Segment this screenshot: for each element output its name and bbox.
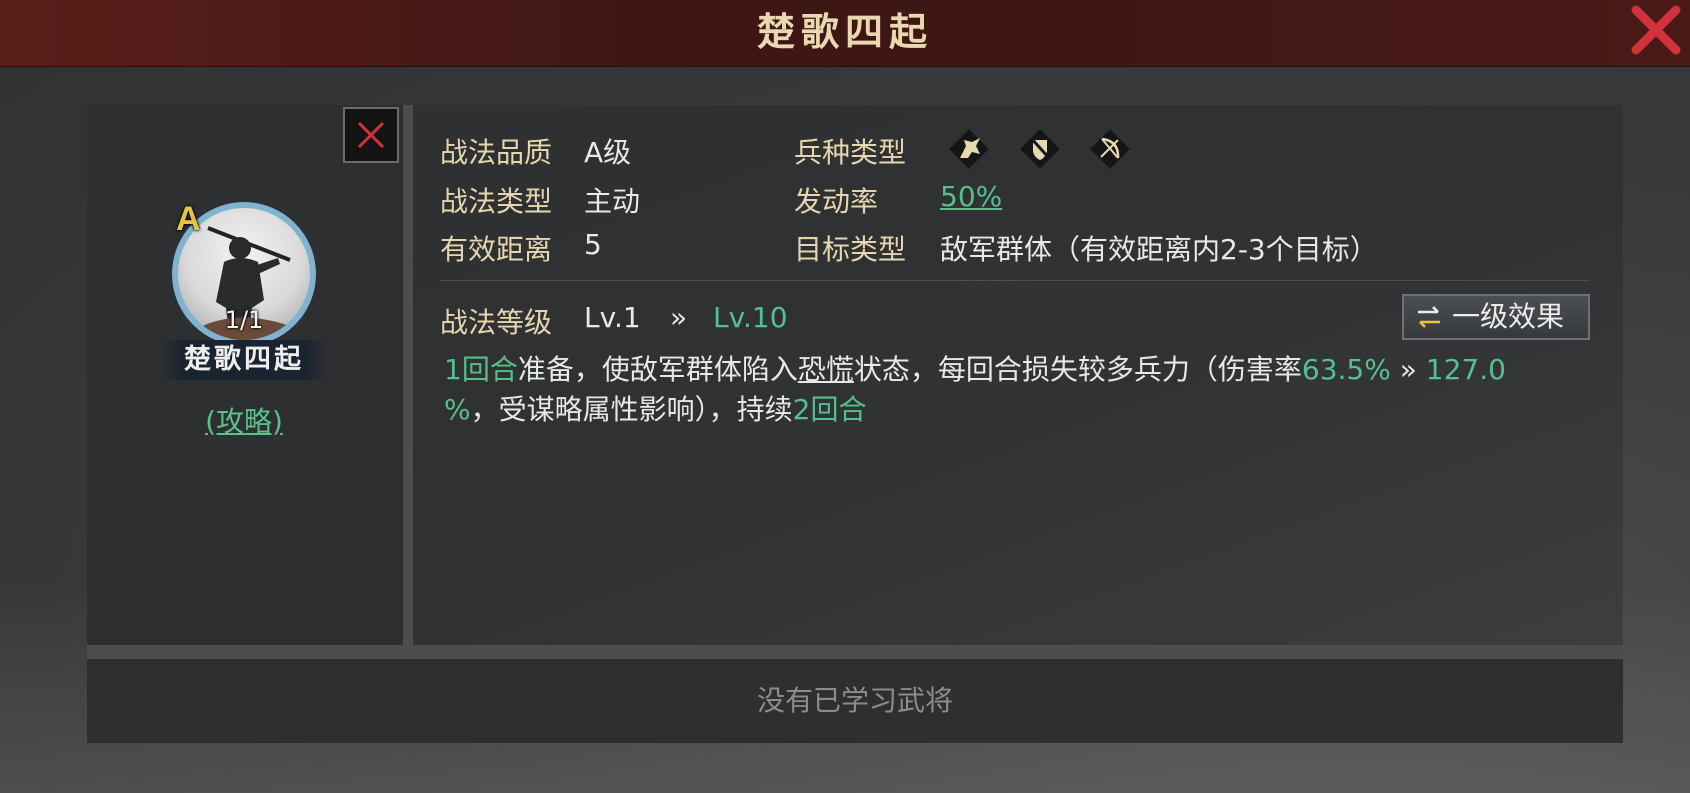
trigger-rate-label: 发动率 (794, 185, 879, 218)
close-icon (357, 121, 385, 149)
panic-status-link[interactable]: 恐慌 (798, 353, 854, 386)
guide-link[interactable]: (攻略) (160, 400, 328, 440)
desc-text: 状态，每回合损失较多兵力（伤害率 (853, 353, 1302, 386)
damage-rate-current: 63.5% (1301, 353, 1391, 386)
panel-divider (403, 105, 413, 645)
max-level: Lv.10 (713, 301, 788, 334)
desc-prep-turns: 1回合 (444, 353, 518, 386)
effect-button-label: 一级效果 (1452, 300, 1565, 333)
trigger-rate-value[interactable]: 50% (940, 180, 1002, 213)
target-type-label: 目标类型 (794, 233, 907, 266)
skill-name: 楚歌四起 (184, 344, 304, 375)
section-divider (440, 280, 1590, 281)
desc-text: 准备，使敌军群体陷入 (517, 353, 798, 386)
skill-type-label: 战法类型 (440, 185, 553, 218)
current-level: Lv.1 (584, 301, 641, 334)
window-title: 楚歌四起 (756, 9, 933, 54)
desc-text: ，受谋略属性影响），持续 (470, 393, 793, 426)
no-learned-general-text: 没有已学习武将 (756, 684, 953, 717)
damage-rate-percent: % (444, 393, 471, 426)
archer-icon[interactable] (1085, 124, 1135, 174)
remove-skill-button[interactable] (343, 107, 399, 163)
desc-duration: 2回合 (792, 393, 867, 426)
level-arrow-icon: » (670, 301, 688, 334)
desc-arrow: » (1390, 353, 1426, 386)
cavalry-icon[interactable] (944, 124, 994, 174)
window-close-button[interactable] (1628, 2, 1684, 58)
range-value: 5 (584, 228, 602, 261)
level-effect-toggle-button[interactable]: 一级效果 (1402, 294, 1590, 340)
bottom-divider (87, 645, 1623, 659)
quality-label: 战法品质 (440, 136, 553, 169)
range-label: 有效距离 (440, 233, 553, 266)
skill-description: 1回合准备，使敌军群体陷入恐慌状态，每回合损失较多兵力（伤害率63.5% » 1… (444, 350, 1594, 430)
target-type-value: 敌军群体（有效距离内2-3个目标） (940, 233, 1378, 266)
learned-generals-panel: 没有已学习武将 (87, 659, 1623, 743)
swap-icon (1418, 306, 1440, 328)
count-label: 1/1 (224, 306, 264, 334)
troop-type-label: 兵种类型 (794, 136, 907, 169)
skill-level-label: 战法等级 (440, 306, 553, 339)
close-icon (1631, 5, 1681, 55)
quality-value: A级 (584, 136, 632, 169)
skill-type-value: 主动 (584, 185, 641, 218)
shield-icon[interactable] (1015, 124, 1065, 174)
damage-rate-max: 127.0 (1425, 353, 1506, 386)
grade-badge: A (176, 200, 201, 238)
